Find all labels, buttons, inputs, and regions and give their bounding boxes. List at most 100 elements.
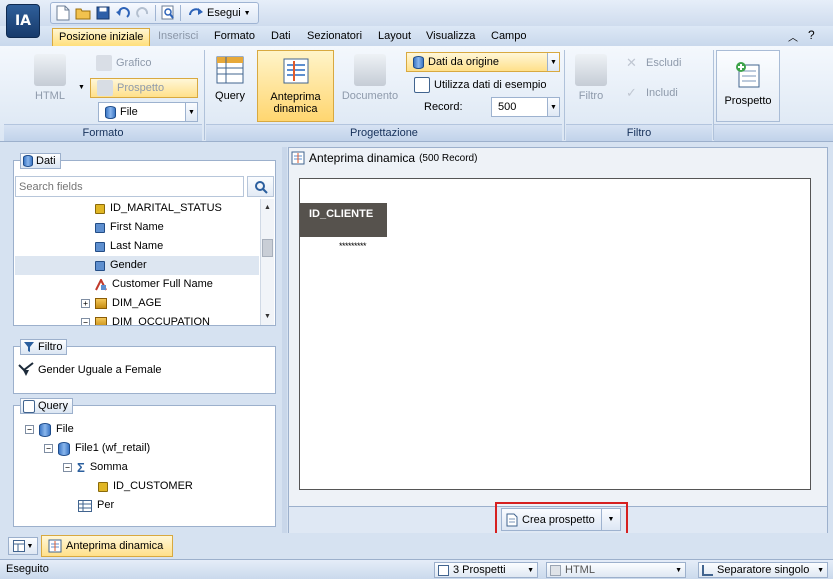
- field-tree-scrollbar[interactable]: ▲ ▼: [260, 199, 274, 325]
- anteprima-dinamica-button[interactable]: Anteprima dinamica: [257, 50, 334, 122]
- expand-icon[interactable]: +: [81, 299, 90, 308]
- field-item[interactable]: First Name: [95, 218, 164, 237]
- escludi-button: ✕ Escludi: [626, 53, 681, 73]
- data-panel: Dati ID_MARITAL_STATUS First Name Last N…: [13, 153, 276, 326]
- undo-icon[interactable]: [115, 5, 131, 21]
- query-node[interactable]: − File1 (wf_retail): [44, 439, 150, 458]
- prospetto-group-caption: [714, 124, 833, 141]
- search-icon: [254, 180, 268, 194]
- field-item[interactable]: − DIM_OCCUPATION: [81, 313, 210, 325]
- tab-inserisci: Inserisci: [158, 30, 199, 42]
- includi-label: Includi: [646, 87, 678, 99]
- field-item[interactable]: Gender: [15, 256, 259, 275]
- tab-sezionatori[interactable]: Sezionatori: [301, 28, 368, 46]
- grafico-button[interactable]: Grafico: [96, 53, 151, 73]
- sum-icon: Σ: [77, 460, 85, 475]
- tab-campo[interactable]: Campo: [485, 28, 532, 46]
- search-input[interactable]: [19, 180, 239, 193]
- scroll-down-icon[interactable]: ▼: [261, 310, 274, 323]
- database-icon: [413, 55, 424, 69]
- filter-panel-title: Filtro: [38, 341, 63, 353]
- field-item[interactable]: ID_MARITAL_STATUS: [95, 199, 222, 218]
- output-format-select[interactable]: File ▼: [98, 102, 198, 122]
- measure-field-icon: [95, 203, 105, 214]
- field-item[interactable]: + DIM_AGE: [81, 294, 162, 313]
- dimension-field-icon: [95, 241, 105, 252]
- query-node-label: File1 (wf_retail): [75, 442, 151, 454]
- query-node[interactable]: ID_CUSTOMER: [98, 477, 193, 496]
- query-label: Query: [215, 90, 245, 102]
- chevron-down-icon: ▼: [547, 53, 559, 71]
- chevron-down-icon[interactable]: ▼: [602, 516, 620, 523]
- includi-button: ✓ Includi: [626, 83, 678, 103]
- html-document-icon: [550, 565, 561, 576]
- minimize-ribbon-icon[interactable]: ︿: [788, 29, 798, 44]
- collapse-icon[interactable]: −: [81, 318, 90, 325]
- collapse-icon[interactable]: −: [25, 425, 34, 434]
- field-label: DIM_OCCUPATION: [112, 316, 210, 325]
- tab-layout[interactable]: Layout: [372, 28, 417, 46]
- query-panel-header: Query: [20, 398, 73, 414]
- create-report-button[interactable]: Crea prospetto ▼: [501, 508, 621, 531]
- tab-anteprima-dinamica[interactable]: Anteprima dinamica: [41, 535, 173, 557]
- pane-splitter[interactable]: [282, 147, 287, 533]
- create-report-main[interactable]: Crea prospetto: [502, 509, 602, 530]
- new-document-icon[interactable]: [55, 5, 71, 21]
- help-icon[interactable]: ?: [808, 28, 815, 42]
- progettazione-group-caption: Progettazione: [206, 124, 562, 141]
- field-label: First Name: [110, 221, 164, 233]
- run-button[interactable]: Esegui ▼: [185, 4, 254, 22]
- query-button[interactable]: Query: [210, 54, 250, 102]
- search-button[interactable]: [247, 176, 274, 197]
- query-node[interactable]: Per: [78, 496, 114, 515]
- collapse-icon[interactable]: −: [44, 444, 53, 453]
- record-count-select[interactable]: 500 ▼: [491, 97, 560, 117]
- html-format-button[interactable]: HTML: [28, 54, 72, 102]
- output-format-status-select[interactable]: HTML ▼: [546, 562, 686, 578]
- field-item[interactable]: Last Name: [95, 237, 163, 256]
- filter-condition[interactable]: Gender Uguale a Female: [18, 362, 162, 378]
- view-switcher-button[interactable]: ▼: [8, 537, 38, 555]
- chevron-down-icon[interactable]: ▼: [78, 84, 85, 91]
- data-source-select[interactable]: Dati da origine ▼: [406, 52, 560, 72]
- tab-formato[interactable]: Formato: [208, 28, 261, 46]
- dimension-field-icon: [95, 222, 105, 233]
- app-menu-button[interactable]: IA: [6, 4, 40, 38]
- filter-panel-header: Filtro: [20, 339, 68, 355]
- use-sample-data-button[interactable]: Utilizza dati di esempio: [414, 75, 547, 95]
- reports-count-label: 3 Prospetti: [453, 564, 506, 576]
- data-source-value: Dati da origine: [428, 56, 499, 68]
- database-icon: [58, 441, 70, 456]
- field-label: DIM_AGE: [112, 297, 162, 309]
- run-label: Esegui: [207, 7, 241, 19]
- dimension-field-icon: [95, 260, 105, 271]
- prospetto-button[interactable]: Prospetto: [716, 50, 780, 122]
- scroll-up-icon[interactable]: ▲: [261, 201, 274, 214]
- tab-visualizza[interactable]: Visualizza: [420, 28, 481, 46]
- group-separator: [204, 50, 205, 140]
- live-preview-icon: [48, 539, 62, 553]
- tab-posizione-iniziale[interactable]: Posizione iniziale: [52, 28, 151, 46]
- group-separator: [564, 50, 565, 140]
- live-preview-icon: [280, 55, 312, 87]
- column-header[interactable]: ID_CLIENTE: [300, 203, 387, 237]
- query-node-label: ID_CUSTOMER: [113, 480, 193, 492]
- filtro-group-caption: Filtro: [566, 124, 712, 141]
- documento-button: Documento: [340, 54, 400, 102]
- query-node[interactable]: − Σ Somma: [63, 458, 128, 477]
- live-preview-icon: [291, 151, 305, 165]
- separator-select[interactable]: Separatore singolo ▼: [698, 562, 828, 578]
- redo-icon: [135, 5, 151, 21]
- query-node[interactable]: − File: [25, 420, 74, 439]
- find-icon[interactable]: [160, 5, 176, 21]
- field-item[interactable]: Customer Full Name: [95, 275, 213, 294]
- scroll-thumb[interactable]: [262, 239, 273, 257]
- reports-count-select[interactable]: 3 Prospetti ▼: [434, 562, 538, 578]
- save-icon[interactable]: [95, 5, 111, 21]
- tab-dati[interactable]: Dati: [265, 28, 297, 46]
- record-count-value: 500: [498, 101, 517, 113]
- database-icon: [105, 105, 116, 119]
- prospetto-format-button[interactable]: Prospetto: [90, 78, 198, 98]
- open-folder-icon[interactable]: [75, 5, 91, 21]
- collapse-icon[interactable]: −: [63, 463, 72, 472]
